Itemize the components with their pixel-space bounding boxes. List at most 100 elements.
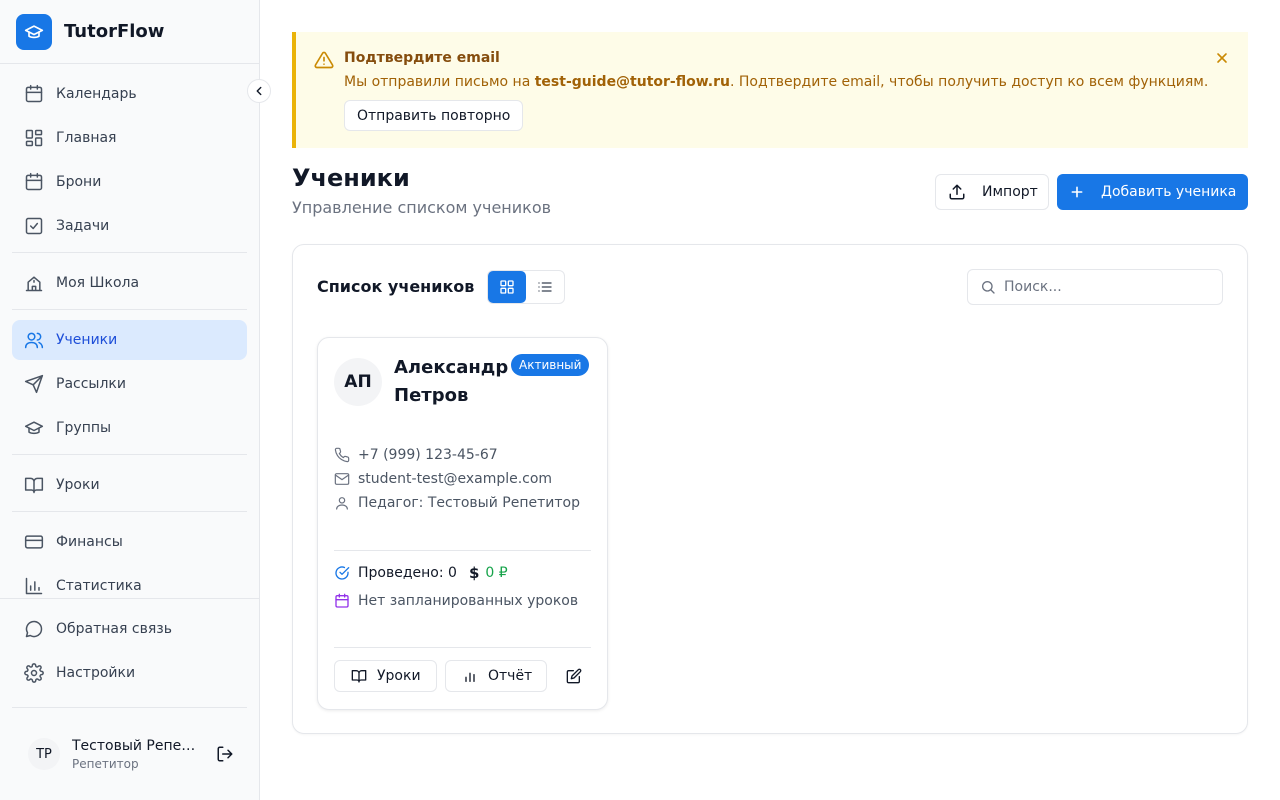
sidebar-item-label: Группы <box>56 420 112 436</box>
add-student-label: Добавить ученика <box>1101 184 1237 200</box>
view-toggle <box>487 270 565 304</box>
lessons-button[interactable]: Уроки <box>334 660 437 692</box>
list-icon <box>537 279 553 295</box>
main-content: Подтвердите email Мы отправили письмо на… <box>260 0 1280 800</box>
schedule-text: Нет запланированных уроков <box>358 593 579 609</box>
divider <box>12 454 247 455</box>
sidebar-item-my-school[interactable]: Моя Школа <box>12 263 247 303</box>
divider <box>12 511 247 512</box>
student-phone: +7 (999) 123-45-67 <box>334 445 498 465</box>
teacher-text: Педагог: Тестовый Репетитор <box>358 495 580 511</box>
users-icon <box>24 330 44 350</box>
sidebar-item-groups[interactable]: Группы <box>12 408 247 448</box>
sidebar-item-label: Уроки <box>56 477 100 493</box>
sidebar-item-label: Календарь <box>56 86 137 102</box>
grid-view-button[interactable] <box>488 271 526 303</box>
sidebar-item-lessons[interactable]: Уроки <box>12 465 247 505</box>
sidebar-item-label: Задачи <box>56 218 110 234</box>
sidebar-item-feedback[interactable]: Обратная связь <box>12 609 247 649</box>
phone-text: +7 (999) 123-45-67 <box>358 447 498 463</box>
checkbox-icon <box>24 216 44 236</box>
import-button[interactable]: Импорт <box>935 174 1049 210</box>
sidebar-item-label: Ученики <box>56 332 118 348</box>
graduation-cap-icon <box>24 418 44 438</box>
alert-text: Мы отправили письмо на test-guide@tutor-… <box>344 74 1208 90</box>
resend-button[interactable]: Отправить повторно <box>344 100 524 131</box>
grid-icon <box>499 279 515 295</box>
sidebar-item-label: Рассылки <box>56 376 126 392</box>
import-label: Импорт <box>982 184 1038 200</box>
bar-chart-icon <box>462 668 478 684</box>
conducted-text: Проведено: 0 <box>358 565 457 581</box>
sidebar-item-settings[interactable]: Настройки <box>12 653 247 693</box>
alert-email: test-guide@tutor-flow.ru <box>534 74 730 90</box>
student-card[interactable]: АП Александр Петров Активный +7 (999) 12… <box>317 337 608 710</box>
brand-name: TutorFlow <box>64 21 165 42</box>
phone-icon <box>334 447 350 463</box>
user-icon <box>334 495 350 511</box>
mail-icon <box>334 471 350 487</box>
dollar-icon: $ <box>468 564 480 582</box>
book-icon <box>24 475 44 495</box>
report-label: Отчёт <box>488 668 533 684</box>
panel-title: Список учеников <box>317 277 475 296</box>
collapse-sidebar-button[interactable] <box>247 79 271 103</box>
logout-icon[interactable] <box>216 745 234 763</box>
book-icon <box>351 668 367 684</box>
sidebar-item-label: Брони <box>56 174 102 190</box>
list-view-button[interactable] <box>526 271 564 303</box>
balance-amount: 0 ₽ <box>485 565 508 581</box>
email-text: student-test@example.com <box>358 471 553 487</box>
alert-text-before: Мы отправили письмо на <box>344 74 535 90</box>
sidebar-item-label: Моя Школа <box>56 275 140 291</box>
user-role: Репетитор <box>72 756 139 771</box>
sidebar-item-students[interactable]: Ученики <box>12 320 247 360</box>
student-email: student-test@example.com <box>334 469 552 489</box>
sidebar-bottom: Обратная связь Настройки <box>0 598 259 697</box>
lessons-conducted: Проведено: 0 $ 0 ₽ <box>334 563 508 583</box>
page-title: Ученики <box>292 164 410 192</box>
upload-icon <box>948 183 966 201</box>
add-student-button[interactable]: Добавить ученика <box>1057 174 1248 210</box>
check-circle-icon <box>334 565 350 581</box>
divider <box>12 309 247 310</box>
graduation-cap-icon <box>16 13 52 50</box>
sidebar-item-finance[interactable]: Финансы <box>12 522 247 562</box>
email-verification-alert: Подтвердите email Мы отправили письмо на… <box>292 32 1248 148</box>
sidebar-item-mailings[interactable]: Рассылки <box>12 364 247 404</box>
sidebar-item-calendar[interactable]: Календарь <box>12 74 247 114</box>
message-icon <box>24 619 44 639</box>
school-icon <box>24 273 44 293</box>
calendar-icon <box>334 593 350 609</box>
lessons-scheduled: Нет запланированных уроков <box>334 591 578 611</box>
dashboard-icon <box>24 128 44 148</box>
lessons-label: Уроки <box>377 668 421 684</box>
sidebar: TutorFlow Календарь Главная Брони Задачи… <box>0 0 260 800</box>
plus-icon <box>1069 184 1085 200</box>
user-profile[interactable]: ТР Тестовый Репетитор Репетитор <box>12 707 247 800</box>
sidebar-item-bookings[interactable]: Брони <box>12 162 247 202</box>
sidebar-item-label: Статистика <box>56 578 142 594</box>
edit-button[interactable] <box>562 664 586 688</box>
send-icon <box>24 374 44 394</box>
sidebar-item-label: Главная <box>56 130 117 146</box>
search-input[interactable] <box>1004 279 1204 295</box>
sidebar-item-label: Финансы <box>56 534 123 550</box>
edit-icon <box>566 668 582 684</box>
calendar-icon <box>24 172 44 192</box>
divider <box>334 550 591 551</box>
brand[interactable]: TutorFlow <box>0 0 259 64</box>
credit-card-icon <box>24 532 44 552</box>
report-button[interactable]: Отчёт <box>445 660 547 692</box>
user-name: Тестовый Репетитор <box>72 737 202 754</box>
close-icon[interactable] <box>1214 50 1230 66</box>
divider <box>12 252 247 253</box>
page-subtitle: Управление списком учеников <box>292 198 552 217</box>
sidebar-item-tasks[interactable]: Задачи <box>12 206 247 246</box>
sidebar-item-label: Обратная связь <box>56 621 172 637</box>
sidebar-item-home[interactable]: Главная <box>12 118 247 158</box>
alert-text-after: . Подтвердите email, чтобы получить дост… <box>729 74 1209 90</box>
warning-icon <box>314 50 334 70</box>
divider <box>334 647 591 648</box>
avatar: ТР <box>28 738 60 770</box>
